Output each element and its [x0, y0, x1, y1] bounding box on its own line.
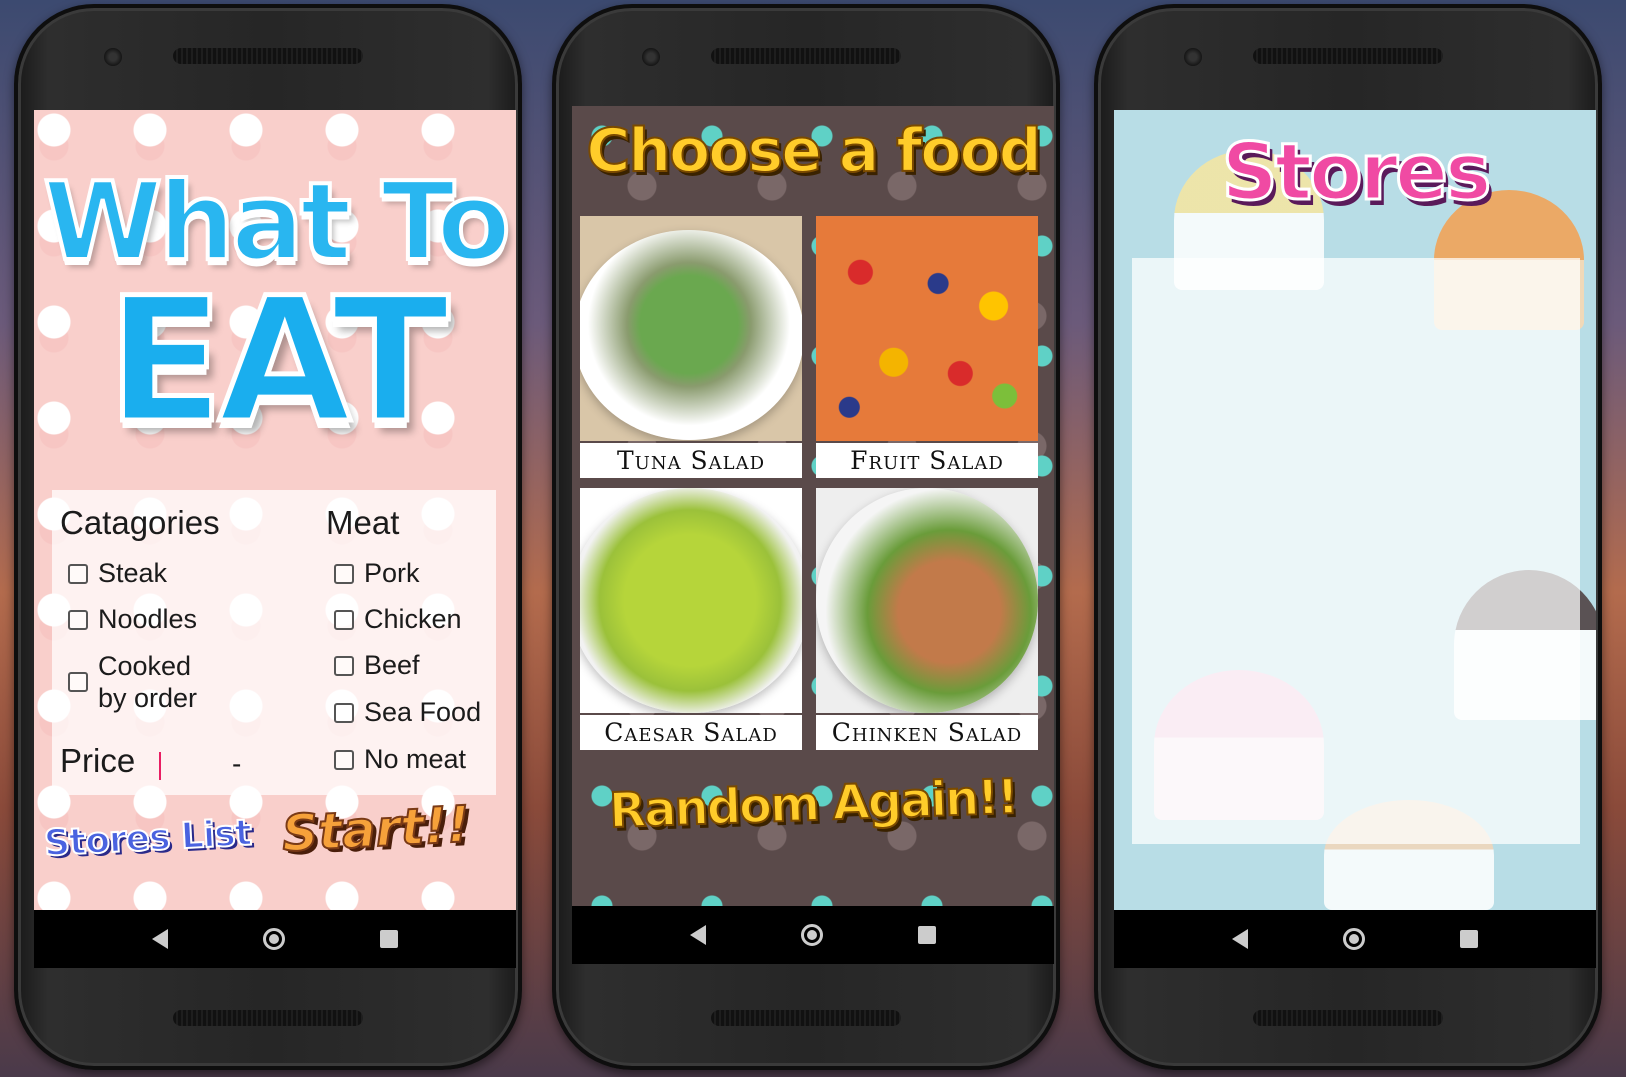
checkbox-icon[interactable] [68, 564, 88, 584]
bottom-speaker [173, 1010, 363, 1026]
stores-screen: Stores [1114, 110, 1596, 910]
checkbox-cooked-by-order[interactable]: Cooked by order [68, 650, 218, 714]
food-card-fruit-salad[interactable]: Fruit Salad [816, 216, 1038, 478]
title-eat: EAT [104, 258, 452, 464]
phone-choose: Choose a food Tuna Salad Fruit Salad Cae… [552, 4, 1060, 1070]
checkbox-label: Sea Food [364, 697, 482, 727]
back-icon[interactable] [1231, 929, 1248, 949]
chinken-salad-image [816, 488, 1038, 713]
home-icon[interactable] [262, 928, 285, 950]
checkbox-icon[interactable] [334, 610, 354, 630]
checkbox-label: Noodles [98, 604, 198, 634]
checkbox-icon[interactable] [68, 672, 88, 692]
plate-shape [816, 216, 1038, 441]
nav-bar [572, 906, 1054, 964]
price-label: Price [60, 742, 136, 779]
food-caption: Caesar Salad [580, 715, 802, 750]
checkbox-label: Chicken [364, 604, 462, 634]
checkbox-label: Steak [98, 558, 168, 588]
recents-icon[interactable] [380, 930, 399, 948]
stores-title: Stores [1220, 127, 1493, 220]
checkbox-icon[interactable] [334, 656, 354, 676]
stores-list-button[interactable]: Stores List [42, 812, 253, 866]
checkbox-chicken[interactable]: Chicken [334, 602, 462, 636]
price-min-input[interactable] [159, 752, 161, 780]
food-card-tuna-salad[interactable]: Tuna Salad [580, 216, 802, 478]
plate-shape [580, 230, 802, 440]
checkbox-icon[interactable] [334, 703, 354, 723]
checkbox-label: Beef [364, 650, 420, 680]
random-again-button[interactable]: Random Again!! [572, 768, 1054, 841]
checkbox-icon[interactable] [334, 564, 354, 584]
checkbox-icon[interactable] [68, 610, 88, 630]
food-caption: Tuna Salad [580, 443, 802, 478]
filter-panel: Catagories Meat Steak Noodles Cooked by … [52, 490, 496, 795]
meat-label: Meat [326, 504, 400, 541]
stores-list-panel[interactable] [1132, 258, 1580, 844]
home-icon[interactable] [800, 924, 823, 946]
recents-icon[interactable] [1460, 930, 1479, 948]
caesar-salad-image [580, 488, 802, 713]
back-icon[interactable] [151, 929, 168, 949]
food-card-chinken-salad[interactable]: Chinken Salad [816, 488, 1038, 750]
tuna-salad-image [580, 216, 802, 441]
food-card-caesar-salad[interactable]: Caesar Salad [580, 488, 802, 750]
nav-bar [34, 910, 516, 968]
checkbox-icon[interactable] [334, 750, 354, 770]
bottom-speaker [1253, 1010, 1443, 1026]
home-screen: What To EAT Catagories Meat Steak Noodle… [34, 110, 516, 910]
plate-shape [816, 488, 1038, 713]
checkbox-label: Pork [364, 558, 420, 588]
checkbox-no-meat[interactable]: No meat [334, 742, 466, 776]
home-icon[interactable] [1342, 928, 1365, 950]
top-speaker [173, 48, 363, 64]
checkbox-label: Cooked by order [98, 651, 198, 713]
checkbox-noodles[interactable]: Noodles [68, 602, 197, 636]
food-caption: Chinken Salad [816, 715, 1038, 750]
plate-shape [580, 488, 802, 713]
bottom-speaker [711, 1010, 901, 1026]
back-icon[interactable] [689, 925, 706, 945]
checkbox-label: No meat [364, 744, 467, 774]
front-camera [1184, 48, 1202, 66]
top-speaker [1253, 48, 1443, 64]
phone-stores: Stores [1094, 4, 1602, 1070]
phone-home: What To EAT Catagories Meat Steak Noodle… [14, 4, 522, 1070]
checkbox-pork[interactable]: Pork [334, 556, 420, 590]
food-caption: Fruit Salad [816, 443, 1038, 478]
nav-bar [1114, 910, 1596, 968]
choose-food-title: Choose a food [585, 115, 1042, 187]
front-camera [642, 48, 660, 66]
top-speaker [711, 48, 901, 64]
checkbox-steak[interactable]: Steak [68, 556, 167, 590]
price-separator: - [232, 748, 242, 779]
categories-label: Catagories [60, 504, 220, 541]
checkbox-sea-food[interactable]: Sea Food [334, 695, 481, 729]
start-button[interactable]: Start!! [280, 794, 473, 864]
checkbox-beef[interactable]: Beef [334, 648, 420, 682]
choose-screen: Choose a food Tuna Salad Fruit Salad Cae… [572, 106, 1054, 906]
recents-icon[interactable] [918, 926, 937, 944]
front-camera [104, 48, 122, 66]
fruit-salad-image [816, 216, 1038, 441]
